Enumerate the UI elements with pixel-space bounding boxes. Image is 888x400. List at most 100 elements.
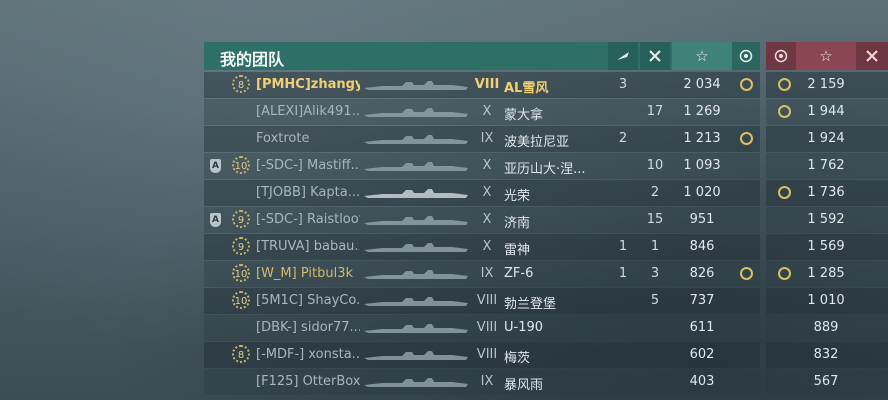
total-experience: 1 736	[807, 185, 845, 200]
ships-destroyed: 3	[650, 266, 660, 281]
ship-name: 勃兰登堡	[504, 297, 557, 312]
achievement-icon	[740, 132, 753, 145]
star-icon: ☆	[796, 42, 856, 70]
service-level-badge: 8	[232, 75, 250, 93]
ship-silhouette-icon	[364, 378, 468, 387]
player-name[interactable]: Foxtrote	[256, 131, 309, 146]
player-row[interactable]: A 10 [-SDC-] Mastiff... X 亚历山大·涅... 10 1 093 1 …	[204, 153, 888, 180]
ships-destroyed: 15	[646, 212, 664, 227]
service-level-badge: 10	[232, 156, 250, 174]
ship-tier: IX	[480, 131, 494, 146]
player-row[interactable]: 8 [PMHC]zhangy... VIII AL雪风 3 2 034 2 159	[204, 72, 888, 99]
ship-silhouette-icon	[364, 351, 468, 360]
player-name[interactable]: [-MDF-] xonsta...	[256, 347, 360, 362]
achievement-icon	[740, 78, 753, 91]
team-title: 我的团队	[220, 50, 285, 69]
total-experience: 832	[813, 347, 839, 362]
total-experience: 567	[813, 374, 839, 389]
service-level-badge: 8	[232, 345, 250, 363]
total-experience: 1 762	[807, 158, 845, 173]
player-name[interactable]: [TRUVA] babau...	[256, 239, 360, 254]
ship-silhouette-icon	[364, 297, 468, 306]
ship-tier: X	[482, 158, 492, 173]
ships-destroyed: 2	[650, 185, 660, 200]
ships-destroyed: 5	[650, 293, 660, 308]
base-experience: 1 213	[683, 131, 721, 146]
ships-destroyed: 1	[650, 239, 660, 254]
ship-silhouette-icon	[364, 135, 468, 144]
total-experience: 1 592	[807, 212, 845, 227]
division-badge: A	[210, 159, 221, 173]
division-badge: A	[210, 213, 221, 227]
total-experience: 1 010	[807, 293, 845, 308]
service-level-badge: 10	[232, 264, 250, 282]
player-row[interactable]: 9 [TRUVA] babau... X 雷神 1 1 846 1 569	[204, 234, 888, 261]
service-level-badge: 9	[232, 210, 250, 228]
ship-tier: IX	[480, 374, 494, 389]
player-row[interactable]: 8 [-MDF-] xonsta... VIII 梅茨 602 832	[204, 342, 888, 369]
player-name[interactable]: [F125] OtterBox...	[256, 374, 360, 389]
planes-destroyed: 3	[618, 77, 628, 92]
player-row[interactable]: [ALEXI]Alik491... X 蒙大拿 17 1 269 1 944	[204, 99, 888, 126]
total-experience: 1 944	[807, 104, 845, 119]
ship-name: 济南	[504, 216, 531, 231]
player-row[interactable]: 10 [5M1C] ShayCo... VIII 勃兰登堡 5 737 1 010	[204, 288, 888, 315]
service-level-badge: 10	[232, 291, 250, 309]
ship-silhouette-icon	[364, 243, 468, 252]
player-row[interactable]: [F125] OtterBox... IX 暴风雨 403 567	[204, 369, 888, 396]
ship-silhouette-icon	[364, 189, 468, 198]
base-experience: 846	[689, 239, 715, 254]
emblem-icon	[766, 42, 796, 70]
total-experience: 1 569	[807, 239, 845, 254]
player-name[interactable]: [TJOBB] Kapta...	[256, 185, 360, 200]
player-row[interactable]: 10 [W_M] Pitbul3k IX ZF-6 1 3 826 1 285	[204, 261, 888, 288]
achievement-icon	[778, 186, 791, 199]
ribbon-icon	[856, 42, 888, 70]
ship-name: 雷神	[504, 243, 531, 258]
ship-name: 暴风雨	[504, 378, 544, 393]
ship-name: 蒙大拿	[504, 108, 544, 123]
ship-tier: X	[482, 239, 492, 254]
player-row[interactable]: [DBK-] sidor77... VIII U-190 611 889	[204, 315, 888, 342]
ship-tier: VIII	[474, 77, 500, 92]
ship-name: 光荣	[504, 189, 531, 204]
ship-kills-icon	[640, 42, 670, 70]
score-header: ☆	[766, 42, 888, 70]
base-experience: 611	[689, 320, 715, 335]
player-row[interactable]: A 9 [-SDC-] Raistloof X 济南 15 951 1 592	[204, 207, 888, 234]
player-name[interactable]: [W_M] Pitbul3k	[256, 266, 353, 281]
total-experience: 1 285	[807, 266, 845, 281]
total-experience: 889	[813, 320, 839, 335]
base-experience: 1 269	[683, 104, 721, 119]
ship-name: ZF-6	[504, 266, 534, 281]
player-name[interactable]: [5M1C] ShayCo...	[256, 293, 360, 308]
player-name[interactable]: [-SDC-] Raistloof	[256, 212, 360, 227]
ship-silhouette-icon	[364, 324, 468, 333]
ship-silhouette-icon	[364, 270, 468, 279]
player-row[interactable]: Foxtrote IX 波美拉尼亚 2 1 213 1 924	[204, 126, 888, 153]
star-icon: ☆	[672, 42, 732, 70]
base-experience: 951	[689, 212, 715, 227]
player-name[interactable]: [PMHC]zhangy...	[256, 77, 360, 92]
base-experience: 403	[689, 374, 715, 389]
ship-name: 亚历山大·涅...	[504, 162, 586, 177]
base-experience: 1 020	[683, 185, 721, 200]
achievement-icon	[740, 267, 753, 280]
ships-destroyed: 17	[646, 104, 664, 119]
player-name[interactable]: [-SDC-] Mastiff...	[256, 158, 360, 173]
player-row[interactable]: [TJOBB] Kapta... X 光荣 2 1 020 1 736	[204, 180, 888, 207]
player-list: 8[PMHC]zhangy...VIIIAL雪风32 0342 159[ALEX…	[204, 72, 888, 396]
ship-silhouette-icon	[364, 216, 468, 225]
total-experience: 1 924	[807, 131, 845, 146]
ship-tier: X	[482, 212, 492, 227]
player-name[interactable]: [DBK-] sidor77...	[256, 320, 360, 335]
team-header: 我的团队 ☆	[204, 42, 760, 70]
ship-tier: VIII	[476, 347, 498, 362]
planes-destroyed: 1	[618, 266, 628, 281]
achievement-icon	[778, 105, 791, 118]
ship-name: 波美拉尼亚	[504, 135, 570, 150]
player-name[interactable]: [ALEXI]Alik491...	[256, 104, 360, 119]
base-experience: 2 034	[683, 77, 721, 92]
ship-silhouette-icon	[364, 108, 468, 117]
achievement-icon	[778, 78, 791, 91]
